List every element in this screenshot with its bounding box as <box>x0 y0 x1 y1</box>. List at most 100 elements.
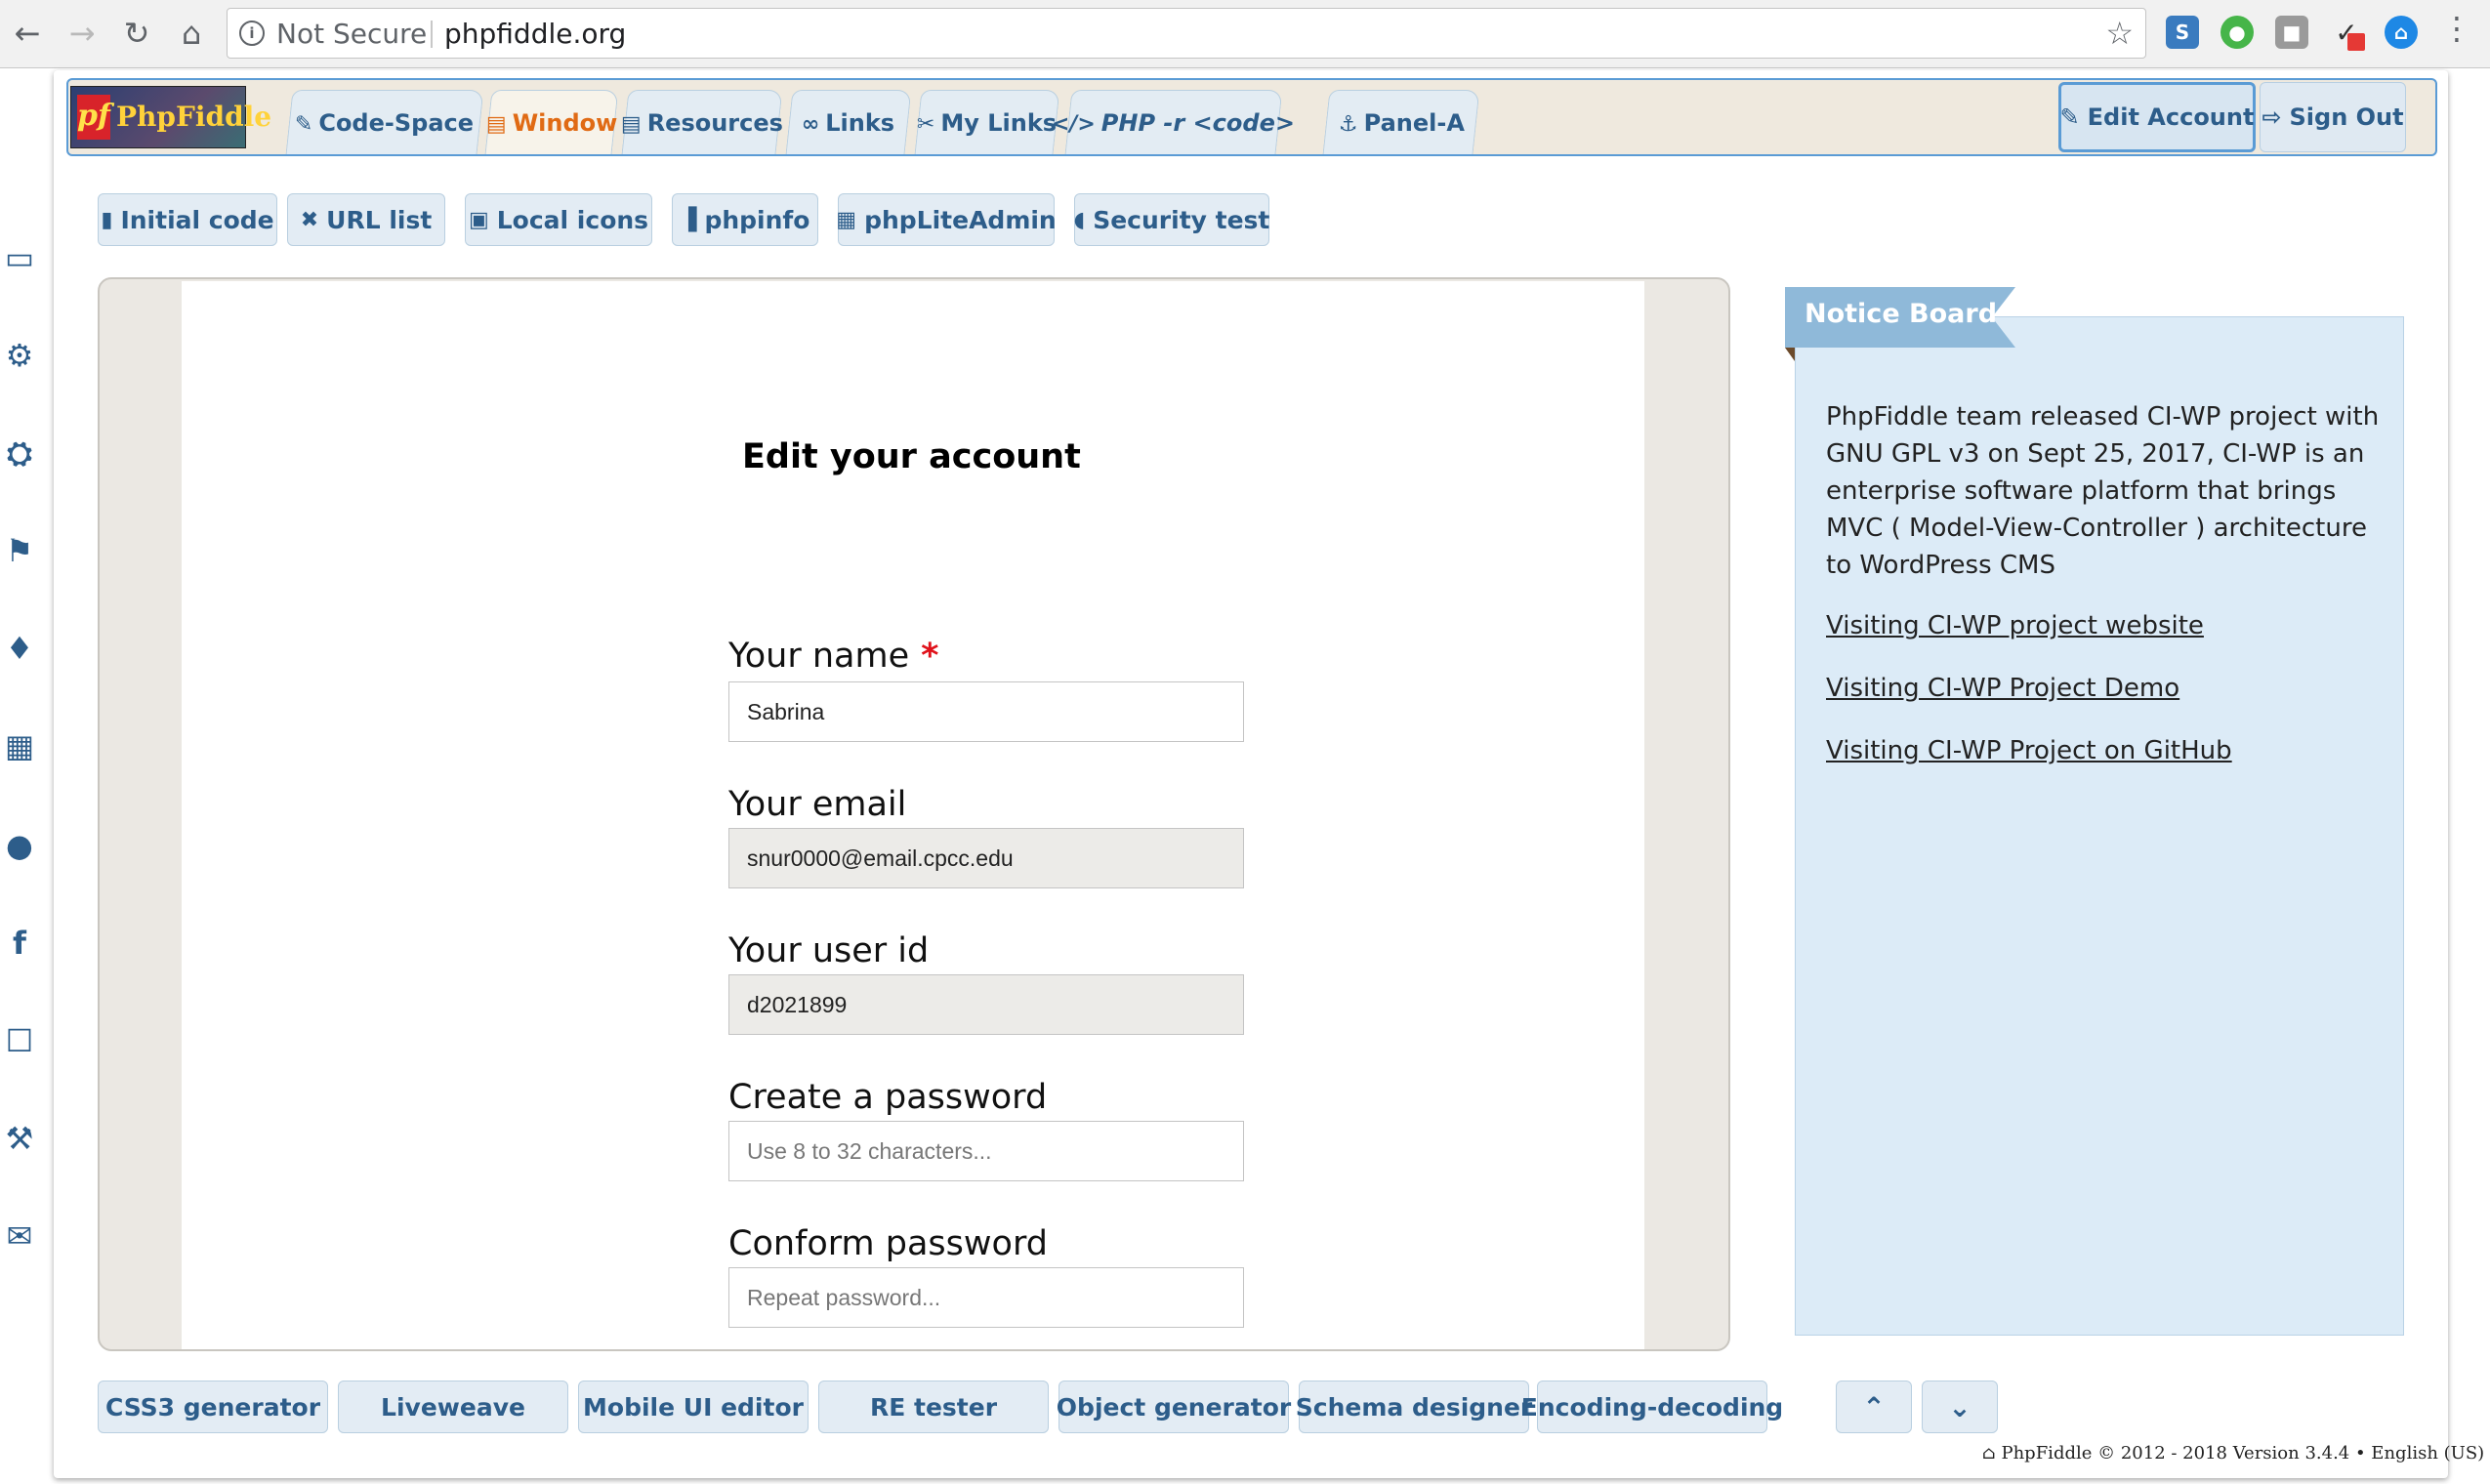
ticket-icon[interactable]: ♦ <box>2 630 37 667</box>
window-icon: ▤ <box>485 111 507 137</box>
encoding-decoding-button[interactable]: Encoding-decoding <box>1521 1381 1783 1433</box>
sign-out-label: Sign Out <box>2289 103 2404 131</box>
extension-green-icon[interactable]: ● <box>2220 16 2254 49</box>
tab-window[interactable]: ▤ Window <box>484 90 619 154</box>
link-ci-wp-website[interactable]: Visiting CI-WP project website <box>1826 611 2204 640</box>
footer-text: ⌂ PhpFiddle © 2012 - 2018 Version 3.4.4 … <box>1982 1443 2485 1463</box>
notice-board-title: Notice Board <box>1805 299 1998 329</box>
password-input[interactable]: Use 8 to 32 characters... <box>728 1121 1244 1181</box>
notice-text: PhpFiddle team released CI-WP project wi… <box>1826 402 2380 580</box>
sign-out-icon: ⇨ <box>2262 103 2282 131</box>
tab-label: My Links <box>940 108 1058 137</box>
extension-gray-icon[interactable]: ■ <box>2275 16 2308 49</box>
tab-label: Window <box>512 108 618 137</box>
code-icon: </> <box>1052 111 1097 137</box>
security-indicator: Not Secure <box>276 18 428 50</box>
security-test-button[interactable]: ◖ Security test <box>1074 193 1269 246</box>
extension-s-icon[interactable]: S <box>2166 16 2199 49</box>
tab-label: Panel-A <box>1363 108 1465 137</box>
form-title: Edit your account <box>742 437 1081 476</box>
tab-code-space[interactable]: ✎ Code-Space <box>285 90 484 154</box>
resources-icon: ▤ <box>620 111 642 137</box>
browser-menu-icon[interactable]: ⋮ <box>2441 10 2472 47</box>
shield-icon: ◖ <box>1073 207 1086 232</box>
chevron-up-icon: ⌃ <box>1862 1390 1886 1423</box>
envelope-icon[interactable]: ✉ <box>2 1217 37 1255</box>
tab-my-links[interactable]: ✂ My Links <box>914 90 1060 154</box>
bookmark-icon: ▮ <box>101 207 113 232</box>
scroll-up-button[interactable]: ⌃ <box>1836 1381 1912 1433</box>
home-icon[interactable]: ⌂ <box>170 12 213 55</box>
chevron-down-icon: ⌄ <box>1948 1390 1971 1423</box>
tab-resources[interactable]: ▤ Resources <box>620 90 783 154</box>
gears-icon[interactable]: ⛭ <box>2 434 37 472</box>
userid-field[interactable]: d2021899 <box>728 974 1244 1035</box>
re-tester-button[interactable]: RE tester <box>818 1381 1049 1433</box>
extension-blue-icon[interactable]: ⌂ <box>2385 16 2418 49</box>
address-bar[interactable]: i Not Secure phpfiddle.org ☆ <box>227 8 2146 59</box>
userid-label: Your user id <box>728 931 930 970</box>
github-icon[interactable]: ● <box>2 827 37 864</box>
mobile-ui-editor-button[interactable]: Mobile UI editor <box>578 1381 809 1433</box>
logo-badge: pf <box>77 95 110 140</box>
tool-label: phpinfo <box>704 205 810 234</box>
phpliteadmin-button[interactable]: ▦ phpLiteAdmin <box>836 193 1057 246</box>
anchor-icon: ⚓ <box>1338 111 1358 137</box>
liveweave-button[interactable]: Liveweave <box>338 1381 568 1433</box>
tool-label: URL list <box>326 205 433 234</box>
logo-text: PhpFiddle <box>116 101 272 133</box>
paperclip-icon: ✂ <box>917 111 935 137</box>
schema-designer-button[interactable]: Schema designer <box>1296 1381 1532 1433</box>
extension-red-badge-icon <box>2347 33 2365 51</box>
back-icon[interactable]: ← <box>6 12 49 55</box>
edit-icon: ✎ <box>295 111 313 137</box>
signal-icon: ▐ <box>680 207 697 232</box>
phpfiddle-logo[interactable]: pf PhpFiddle <box>70 86 271 148</box>
forward-icon[interactable]: → <box>61 12 104 55</box>
gavel-icon[interactable]: ⚒ <box>2 1120 37 1157</box>
link-ci-wp-demo[interactable]: Visiting CI-WP Project Demo <box>1826 674 2179 703</box>
edit-account-button[interactable]: ✎ Edit Account <box>2058 82 2256 152</box>
bookmark-star-icon[interactable]: ☆ <box>2105 15 2134 52</box>
tags-icon[interactable]: ⚑ <box>2 532 37 569</box>
tab-label: PHP -r <code> <box>1101 108 1296 137</box>
gear-icon[interactable]: ⚙ <box>2 337 37 374</box>
book-icon[interactable]: ▭ <box>2 239 37 276</box>
tool-label: Local icons <box>496 205 649 234</box>
phpinfo-button[interactable]: ▐ phpinfo <box>672 193 818 246</box>
qrcode-icon[interactable]: ▦ <box>2 727 37 764</box>
info-icon[interactable]: i <box>239 21 265 46</box>
required-mark: * <box>921 637 939 676</box>
url-text[interactable]: phpfiddle.org <box>444 18 626 50</box>
facebook-icon[interactable]: f <box>2 925 37 962</box>
name-input[interactable]: Sabrina <box>728 681 1244 742</box>
tool-label: Initial code <box>120 205 274 234</box>
name-label-text: Your name <box>728 637 910 676</box>
object-generator-button[interactable]: Object generator <box>1057 1381 1291 1433</box>
link-ci-wp-github[interactable]: Visiting CI-WP Project on GitHub <box>1826 736 2232 765</box>
confirm-password-label: Conform password <box>728 1224 1048 1263</box>
tab-links[interactable]: ∞ Links <box>785 90 912 154</box>
name-label: Your name * <box>728 637 938 676</box>
confirm-password-input[interactable]: Repeat password... <box>728 1267 1244 1328</box>
tab-php-r[interactable]: </> PHP -r <code> <box>1052 90 1295 154</box>
password-label: Create a password <box>728 1078 1048 1117</box>
css3-generator-button[interactable]: CSS3 generator <box>98 1381 328 1433</box>
email-field[interactable]: snur0000@email.cpcc.edu <box>728 828 1244 888</box>
initial-code-button[interactable]: ▮ Initial code <box>98 193 277 246</box>
twitter-icon[interactable]: ☐ <box>2 1022 37 1059</box>
local-icons-button[interactable]: ▣ Local icons <box>465 193 652 246</box>
edit-account-label: Edit Account <box>2087 103 2255 131</box>
tool-label: Security test <box>1093 205 1270 234</box>
reload-icon[interactable]: ↻ <box>115 12 158 55</box>
url-list-button[interactable]: ✖ URL list <box>287 193 445 246</box>
tab-label: Code-Space <box>318 108 475 137</box>
email-label: Your email <box>728 785 907 824</box>
scroll-down-button[interactable]: ⌄ <box>1922 1381 1998 1433</box>
sign-out-button[interactable]: ⇨ Sign Out <box>2260 82 2406 152</box>
edit-icon: ✎ <box>2059 103 2080 131</box>
table-icon: ▦ <box>836 207 857 232</box>
tab-panel-a[interactable]: ⚓ Panel-A <box>1322 90 1480 154</box>
link-icon: ∞ <box>802 111 820 137</box>
tool-label: phpLiteAdmin <box>864 205 1057 234</box>
